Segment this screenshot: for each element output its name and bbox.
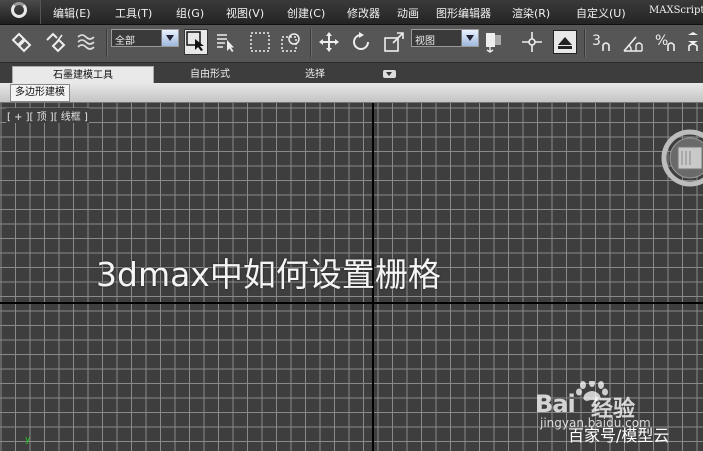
world-axis-horizontal [0,302,703,304]
menu-bar: 编辑(E) 工具(T) 组(G) 视图(V) 创建(C) 修改器 动画 图形编辑… [0,0,703,25]
tab-selection[interactable]: 选择 [283,66,347,83]
watermark-author: 百家号/模型云 [568,426,670,445]
selection-filter-value: 全部 [115,36,135,47]
unlink-icon[interactable] [44,31,66,53]
svg-text:3: 3 [592,33,601,49]
graphite-ribbon: 石墨建模工具 自由形式 选择 [0,63,703,84]
main-toolbar: 全部 视图 3 % [0,25,703,63]
chevron-down-icon [161,30,178,46]
bind-space-warp-icon[interactable] [76,31,98,53]
axis-indicator-y: y [25,435,31,445]
window-crossing-icon[interactable] [280,31,302,53]
menu-edit[interactable]: 编辑(E) [53,5,91,21]
rotate-icon[interactable] [350,31,372,53]
app-logo-button[interactable] [0,0,41,24]
reference-coordinate-value: 视图 [415,36,435,47]
spinner-snap-icon[interactable] [685,31,703,53]
viewcube-icon[interactable] [660,128,703,190]
percent-snap-icon[interactable]: % [655,31,677,53]
select-object-icon[interactable] [184,29,208,55]
scale-icon[interactable] [383,31,405,53]
top-viewport[interactable]: [ + ][ 顶 ][ 线框 ] 3dmax中如何设置栅格 y Bai 经验 j… [0,103,703,451]
select-by-name-icon[interactable] [215,31,237,53]
angle-snap-icon[interactable] [622,31,644,53]
move-icon[interactable] [318,31,340,53]
link-icon[interactable] [10,31,32,53]
chevron-down-icon [461,30,478,46]
overlay-title: 3dmax中如何设置栅格 [96,255,441,294]
ribbon-expand-icon[interactable] [383,70,396,78]
tab-graphite-modeling-tools[interactable]: 石墨建模工具 [12,66,154,84]
menu-rendering[interactable]: 渲染(R) [512,5,550,21]
select-and-manipulate-icon[interactable] [521,31,543,53]
reference-coordinate-dropdown[interactable]: 视图 [411,29,479,47]
pivot-center-icon[interactable] [483,31,505,53]
menu-create[interactable]: 创建(C) [287,5,325,21]
svg-text:%: % [655,33,668,49]
toolbar-separator [584,29,586,57]
menu-tools[interactable]: 工具(T) [115,5,152,21]
watermark-brand: Bai [535,390,576,418]
rectangular-selection-icon[interactable] [249,31,271,53]
menu-modifiers[interactable]: 修改器 [347,5,380,21]
3dsmax-logo-icon [11,2,27,18]
keyboard-shortcut-override-icon[interactable] [553,30,577,54]
menu-group[interactable]: 组(G) [176,5,204,21]
menu-customize[interactable]: 自定义(U) [576,5,626,21]
viewport-label[interactable]: [ + ][ 顶 ][ 线框 ] [6,108,89,123]
polygon-modeling-button[interactable]: 多边形建模 [10,84,70,102]
menu-animation[interactable]: 动画 [397,5,419,21]
menu-maxscript[interactable]: MAXScript [649,5,703,16]
menu-graph-editors[interactable]: 图形编辑器 [436,5,491,21]
tab-freeform[interactable]: 自由形式 [170,66,250,83]
selection-filter-dropdown[interactable]: 全部 [111,29,179,47]
toolbar-separator [310,29,312,57]
snaps-toggle-icon[interactable]: 3 [591,31,613,53]
ribbon-subpanel: 多边形建模 [0,83,703,103]
toolbar-separator [106,29,108,57]
menu-views[interactable]: 视图(V) [226,5,264,21]
